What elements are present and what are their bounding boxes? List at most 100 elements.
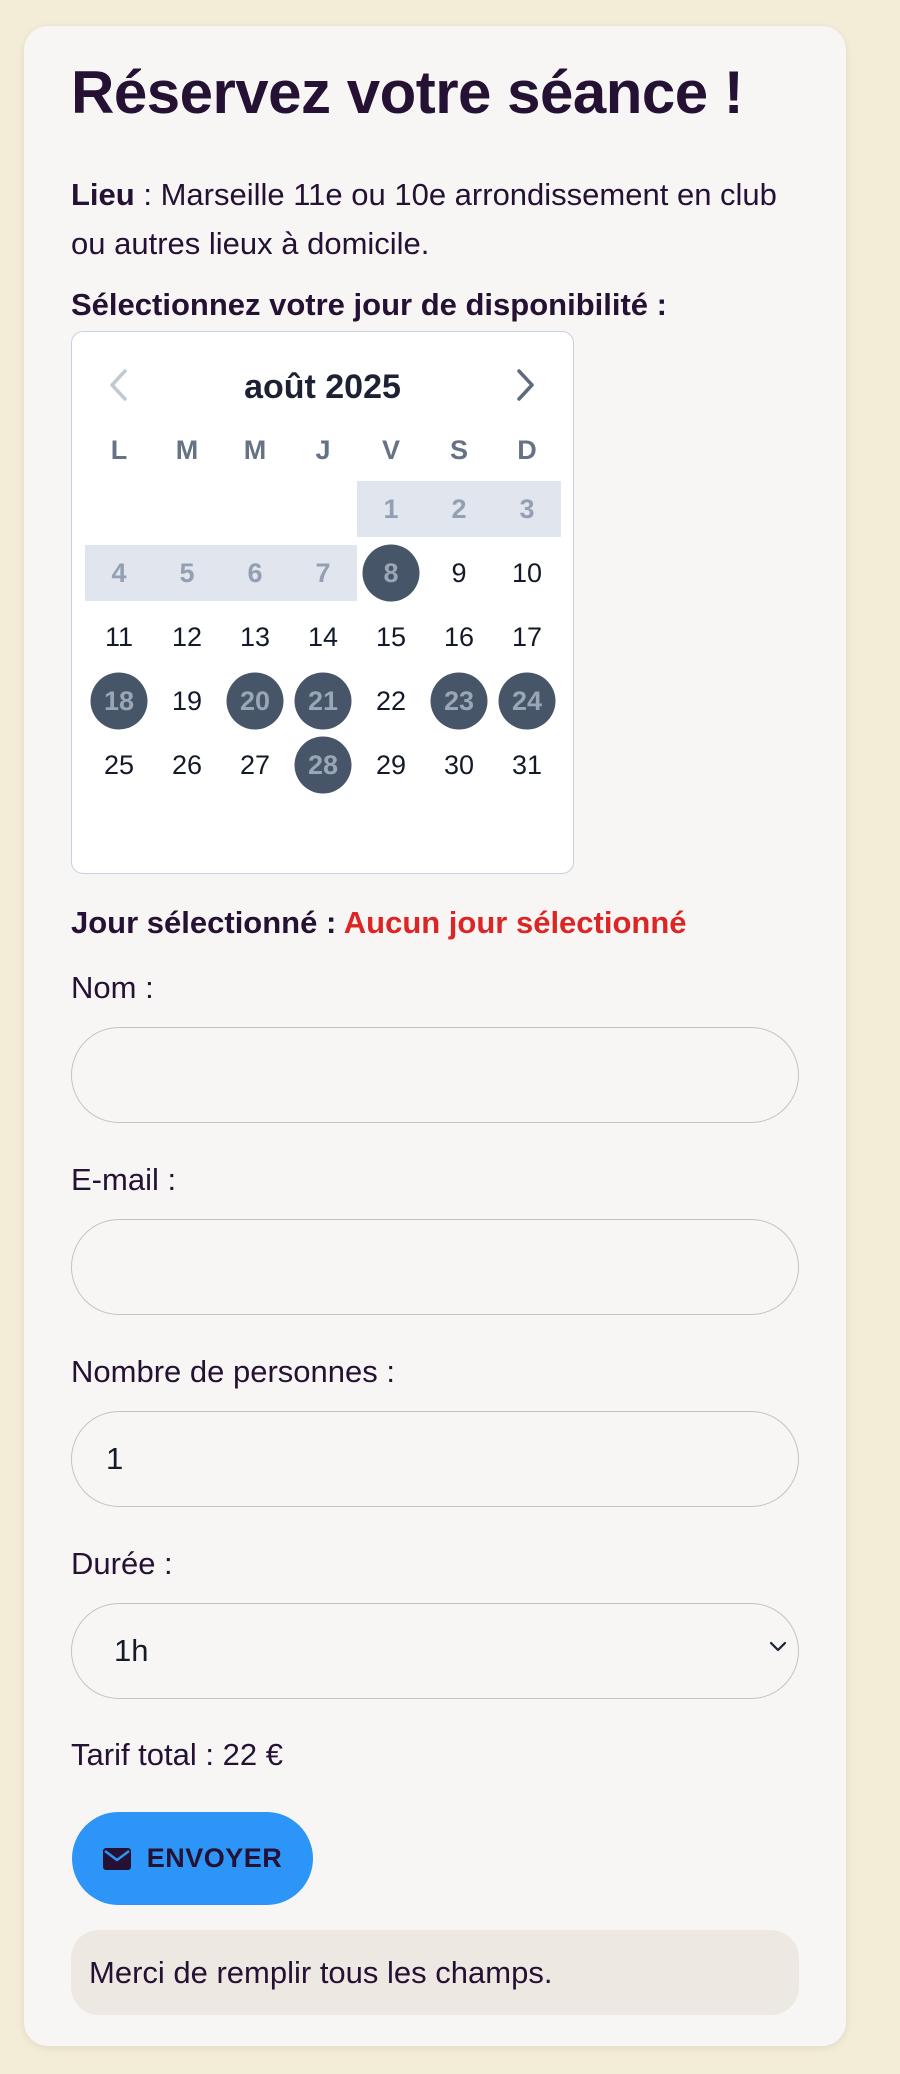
calendar-day-past: 3: [493, 481, 561, 537]
weekday-header: M: [175, 434, 199, 465]
calendar-day-booked: 23: [425, 672, 493, 730]
email-input[interactable]: [71, 1219, 799, 1315]
calendar-header: août 2025: [72, 360, 573, 410]
duration-label: Durée :: [71, 1546, 173, 1581]
calendar-day-number: 14: [307, 621, 339, 652]
calendar-day-number: 5: [179, 557, 195, 588]
calendar-day-past: 4: [85, 545, 153, 601]
send-button[interactable]: ENVOYER: [72, 1812, 313, 1905]
calendar-day-booked: 28: [289, 736, 357, 794]
calendar-week: 25 26 27 28 29 30 31: [85, 736, 561, 794]
selected-day-line: Jour sélectionné : Aucun jour sélectionn…: [71, 905, 687, 941]
calendar-day-number: 15: [375, 621, 407, 652]
send-button-label: ENVOYER: [146, 1843, 283, 1873]
select-day-label: Sélectionnez votre jour de disponibilité…: [71, 287, 667, 322]
calendar-day-number: 12: [171, 621, 203, 652]
calendar-day-number: 30: [443, 749, 475, 780]
form-message: Merci de remplir tous les champs.: [71, 1930, 799, 2015]
people-label: Nombre de personnes :: [71, 1354, 395, 1389]
total-price: Tarif total : 22 €: [71, 1737, 283, 1772]
calendar-day[interactable]: 29: [357, 737, 425, 793]
calendar-day-number: 22: [375, 685, 407, 716]
calendar-day-number: 21: [307, 685, 339, 716]
calendar-day-number: 10: [511, 557, 543, 588]
calendar-day-booked: 20: [221, 672, 289, 730]
location-value: : Marseille 11e ou 10e arrondissement en…: [71, 177, 777, 261]
calendar-day-number: 11: [104, 621, 134, 652]
calendar-month-label: août 2025: [244, 368, 401, 406]
calendar-day-number: 26: [171, 749, 203, 780]
calendar-day[interactable]: 25: [85, 737, 153, 793]
calendar-day-number: 17: [511, 621, 543, 652]
calendar-day[interactable]: 15: [357, 609, 425, 665]
weekday-header: J: [315, 434, 331, 465]
envelope-icon: [102, 1847, 131, 1870]
calendar-day-past: 1: [357, 481, 425, 537]
calendar-day-number: 3: [519, 493, 535, 524]
calendar-day-number: 18: [103, 685, 135, 716]
calendar-day[interactable]: 16: [425, 609, 493, 665]
calendar-week: 4 5 6 7 8 9 10: [85, 544, 561, 602]
calendar-day[interactable]: 26: [153, 737, 221, 793]
calendar-day-number: 24: [511, 685, 543, 716]
people-input[interactable]: 1: [71, 1411, 799, 1507]
calendar-day-booked: 18: [85, 672, 153, 730]
next-month-button[interactable]: [500, 360, 550, 410]
calendar-day-number: 1: [383, 493, 399, 524]
duration-select[interactable]: 1h: [71, 1603, 799, 1699]
calendar-day-number: 19: [171, 685, 203, 716]
calendar-day[interactable]: 12: [153, 609, 221, 665]
calendar-day-past: 6: [221, 545, 289, 601]
calendar-day-booked: 8: [357, 544, 425, 602]
calendar-day-number: 28: [307, 749, 339, 780]
calendar-day-number: 6: [247, 557, 263, 588]
calendar: août 2025 LMMJVSD 1 2 3 4 5 6 7 8 9 10 11 12 13 14 15 1…: [71, 331, 574, 874]
calendar-day-past: 2: [425, 481, 493, 537]
selected-day-label: Jour sélectionné :: [71, 905, 344, 940]
weekday-header: S: [449, 434, 468, 465]
calendar-day[interactable]: 19: [153, 673, 221, 729]
calendar-week: 1 2 3: [85, 481, 561, 537]
calendar-day[interactable]: 17: [493, 609, 561, 665]
calendar-day-past: 7: [289, 545, 357, 601]
name-label: Nom :: [71, 970, 154, 1005]
calendar-day[interactable]: 14: [289, 609, 357, 665]
calendar-day-number: 7: [315, 557, 331, 588]
page-title: Réservez votre séance !: [71, 59, 744, 126]
calendar-day[interactable]: 10: [493, 545, 561, 601]
calendar-day-number: 25: [103, 749, 135, 780]
calendar-week: 11 12 13 14 15 16 17: [85, 609, 561, 665]
weekday-header: M: [243, 434, 267, 465]
calendar-day-number: 13: [239, 621, 271, 652]
calendar-day-number: 8: [383, 557, 399, 588]
chevron-right-icon: [517, 369, 534, 401]
calendar-day[interactable]: 30: [425, 737, 493, 793]
calendar-day-number: 4: [111, 557, 127, 588]
calendar-day[interactable]: 27: [221, 737, 289, 793]
duration-value: 1h: [114, 1633, 149, 1668]
calendar-day[interactable]: 9: [425, 545, 493, 601]
calendar-day-number: 2: [451, 493, 467, 524]
location-text: Lieu : Marseille 11e ou 10e arrondisseme…: [71, 170, 811, 268]
weekday-header: L: [110, 434, 128, 465]
calendar-day-number: 23: [443, 685, 475, 716]
calendar-weekdays: LMMJVSD: [85, 430, 561, 470]
calendar-day-number: 29: [375, 749, 407, 780]
calendar-day-number: 9: [451, 557, 467, 588]
name-input[interactable]: [71, 1027, 799, 1123]
calendar-day-number: 20: [239, 685, 271, 716]
calendar-day-booked: 24: [493, 672, 561, 730]
email-label: E-mail :: [71, 1162, 177, 1197]
calendar-day-past: 5: [153, 545, 221, 601]
calendar-week: 18 19 20 21 22 23 24: [85, 672, 561, 730]
chevron-down-icon: [769, 1641, 787, 1652]
weekday-header: V: [381, 434, 400, 465]
calendar-day[interactable]: 31: [493, 737, 561, 793]
calendar-day-number: 31: [511, 749, 543, 780]
location-label: Lieu: [71, 177, 135, 212]
weekday-header: D: [517, 434, 537, 465]
calendar-day[interactable]: 22: [357, 673, 425, 729]
calendar-day[interactable]: 11: [85, 609, 153, 665]
calendar-day[interactable]: 13: [221, 609, 289, 665]
calendar-day-booked: 21: [289, 672, 357, 730]
